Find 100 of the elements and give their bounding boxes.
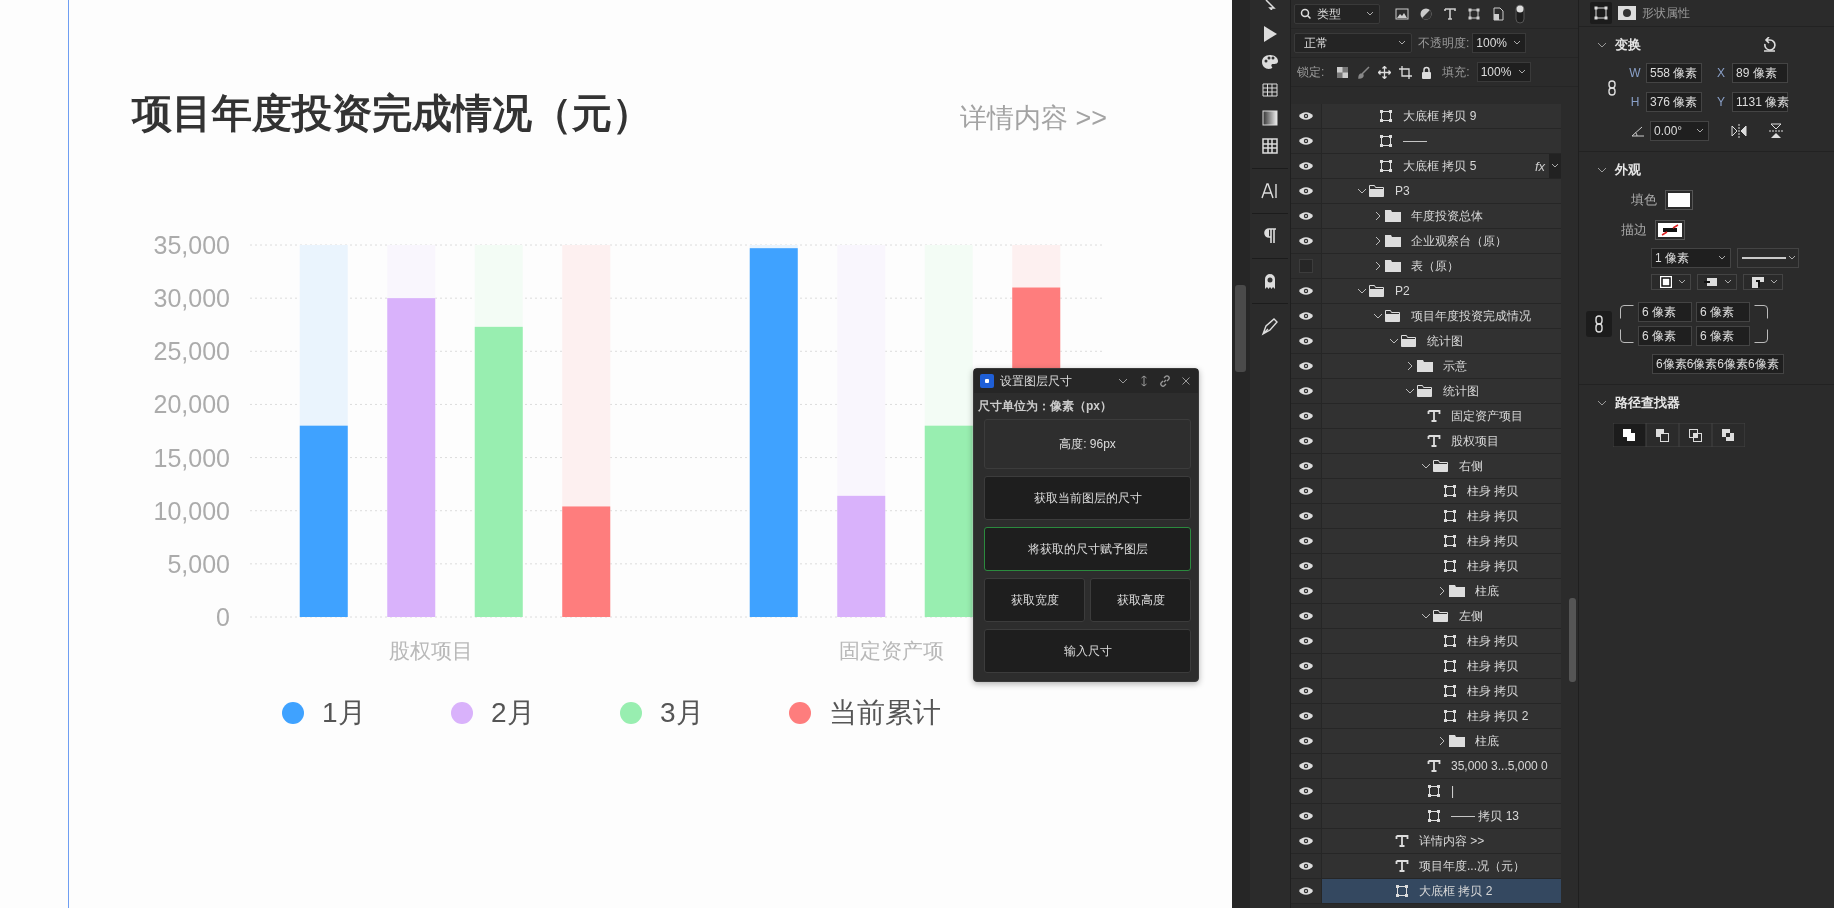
chevron-down-icon[interactable]: [1390, 336, 1398, 346]
link-icon[interactable]: [1159, 375, 1171, 387]
corner-icon: [1754, 329, 1768, 343]
layer-name: ——: [1403, 134, 1427, 148]
chevron-down-icon[interactable]: [1422, 461, 1430, 471]
x-field[interactable]: 89 像素: [1732, 63, 1788, 83]
stroke-cap-dropdown[interactable]: [1697, 274, 1737, 290]
width-field[interactable]: 558 像素: [1646, 63, 1702, 83]
layer-name: 大底框 拷贝 9: [1403, 107, 1477, 125]
move-icon[interactable]: [1378, 65, 1392, 79]
chevron-down-icon[interactable]: [1374, 311, 1382, 321]
link-icon[interactable]: [1586, 311, 1612, 337]
subtract-shapes-icon[interactable]: [1646, 423, 1679, 447]
shape-layer-icon: [1443, 709, 1457, 723]
table-icon[interactable]: [1260, 80, 1280, 100]
chevron-right-icon[interactable]: [1438, 586, 1446, 596]
blend-mode-dropdown[interactable]: 正常: [1294, 33, 1412, 53]
height-field[interactable]: 376 像素: [1646, 92, 1702, 112]
resize-icon[interactable]: [1138, 375, 1150, 387]
chevron-down-icon[interactable]: [1358, 286, 1366, 296]
corner-radius-field[interactable]: 6 像素: [1638, 302, 1692, 322]
lock-icon[interactable]: [1420, 65, 1434, 79]
link-icon[interactable]: [1607, 79, 1617, 96]
layer-name: |: [1451, 784, 1455, 798]
action-button[interactable]: 获取高度: [1090, 578, 1191, 622]
chevron-right-icon[interactable]: [1374, 261, 1382, 271]
size-readout: 高度: 96px: [984, 419, 1191, 469]
caret-icon: [1366, 11, 1374, 17]
text-layer-icon: [1427, 759, 1441, 773]
effects-badge[interactable]: fx: [1534, 158, 1545, 174]
axis-label: 15,000: [153, 443, 230, 472]
chevron-down-icon[interactable]: [1597, 166, 1607, 174]
scrollbar-thumb[interactable]: [1235, 285, 1246, 372]
caret-icon: [1718, 255, 1726, 261]
shape-layer-icon: [1443, 684, 1457, 698]
chevron-right-icon[interactable]: [1438, 736, 1446, 746]
chevron-down-icon[interactable]: [1358, 186, 1366, 196]
chevron-right-icon[interactable]: [1374, 236, 1382, 246]
action-button[interactable]: 获取宽度: [984, 578, 1085, 622]
chevron-down-icon[interactable]: [1406, 386, 1414, 396]
mask-icon[interactable]: [1618, 6, 1636, 20]
crop-icon[interactable]: [1399, 65, 1413, 79]
shape-properties-icon[interactable]: [1590, 2, 1612, 24]
text-layer-icon: [1427, 409, 1441, 423]
layer-name: 大底框 拷贝 2: [1419, 882, 1493, 900]
stroke-align-dropdown[interactable]: [1651, 274, 1691, 290]
pen-icon[interactable]: [1260, 316, 1280, 336]
y-field[interactable]: 1131 像素: [1732, 92, 1788, 112]
angle-dropdown[interactable]: 0.00°: [1650, 121, 1709, 141]
image-filter-icon[interactable]: [1395, 7, 1409, 21]
brush-icon[interactable]: [1357, 65, 1371, 79]
chevron-right-icon[interactable]: [1374, 211, 1382, 221]
radii-field[interactable]: 6像素6像素6像素6像素: [1652, 354, 1784, 374]
corner-radius-field[interactable]: 6 像素: [1696, 326, 1750, 346]
reset-icon[interactable]: [1761, 37, 1777, 53]
grid-icon[interactable]: [1260, 136, 1280, 156]
caret-icon: [1513, 40, 1522, 46]
chevron-right-icon[interactable]: [1406, 361, 1414, 371]
corner-icon: [1620, 329, 1634, 343]
checker-lock-icon[interactable]: [1336, 65, 1350, 79]
opacity-field[interactable]: 100%: [1472, 33, 1527, 53]
filter-dropdown[interactable]: 类型: [1294, 4, 1380, 24]
scrollbar-thumb[interactable]: [1569, 598, 1576, 682]
chevron-down-icon[interactable]: [1597, 41, 1607, 49]
close-icon[interactable]: [1180, 375, 1192, 387]
stroke-corner-dropdown[interactable]: [1743, 274, 1783, 290]
gradient-icon[interactable]: [1260, 108, 1280, 128]
shape-layer-icon: [1379, 134, 1393, 148]
fill-field[interactable]: 100%: [1476, 62, 1531, 82]
layer-name: 大底框 拷贝 5: [1403, 157, 1477, 175]
fill-swatch[interactable]: [1665, 190, 1693, 210]
layer-name: 统计图: [1427, 332, 1463, 350]
intersect-shapes-icon[interactable]: [1679, 423, 1712, 447]
shape-layer-icon: [1427, 784, 1441, 798]
chevron-down-icon[interactable]: [1597, 399, 1607, 407]
action-button[interactable]: 获取当前图层的尺寸: [984, 476, 1191, 520]
palette-icon[interactable]: [1260, 52, 1280, 72]
stroke-swatch[interactable]: [1655, 220, 1685, 240]
flip-vertical-icon[interactable]: [1769, 123, 1783, 139]
field-label: X: [1716, 66, 1726, 80]
action-button[interactable]: 将获取的尺寸赋予图层: [984, 527, 1191, 571]
layer-name: 柱身 拷贝: [1467, 657, 1519, 675]
flip-horizontal-icon[interactable]: [1731, 124, 1747, 138]
exclude-shapes-icon[interactable]: [1712, 423, 1745, 447]
caret-icon[interactable]: [1549, 154, 1561, 178]
corner-radius-field[interactable]: 6 像素: [1696, 302, 1750, 322]
stroke-width-dropdown[interactable]: 1 像素: [1651, 248, 1731, 268]
layer-name: 柱底: [1475, 582, 1499, 600]
chevron-down-icon[interactable]: [1422, 611, 1430, 621]
shape-filter-icon[interactable]: [1467, 7, 1481, 21]
folder-icon: [1385, 235, 1401, 247]
corner-radius-field[interactable]: 6 像素: [1638, 326, 1692, 346]
combine-shapes-icon[interactable]: [1613, 423, 1646, 447]
text-tool-icon[interactable]: [1260, 181, 1280, 201]
document-icon[interactable]: [1491, 7, 1505, 21]
type-filter-icon[interactable]: [1443, 7, 1457, 21]
half-circle-icon[interactable]: [1419, 7, 1433, 21]
toggle-switch[interactable]: [1515, 4, 1525, 24]
stroke-style-dropdown[interactable]: [1737, 248, 1799, 268]
action-button[interactable]: 输入尺寸: [984, 629, 1191, 673]
